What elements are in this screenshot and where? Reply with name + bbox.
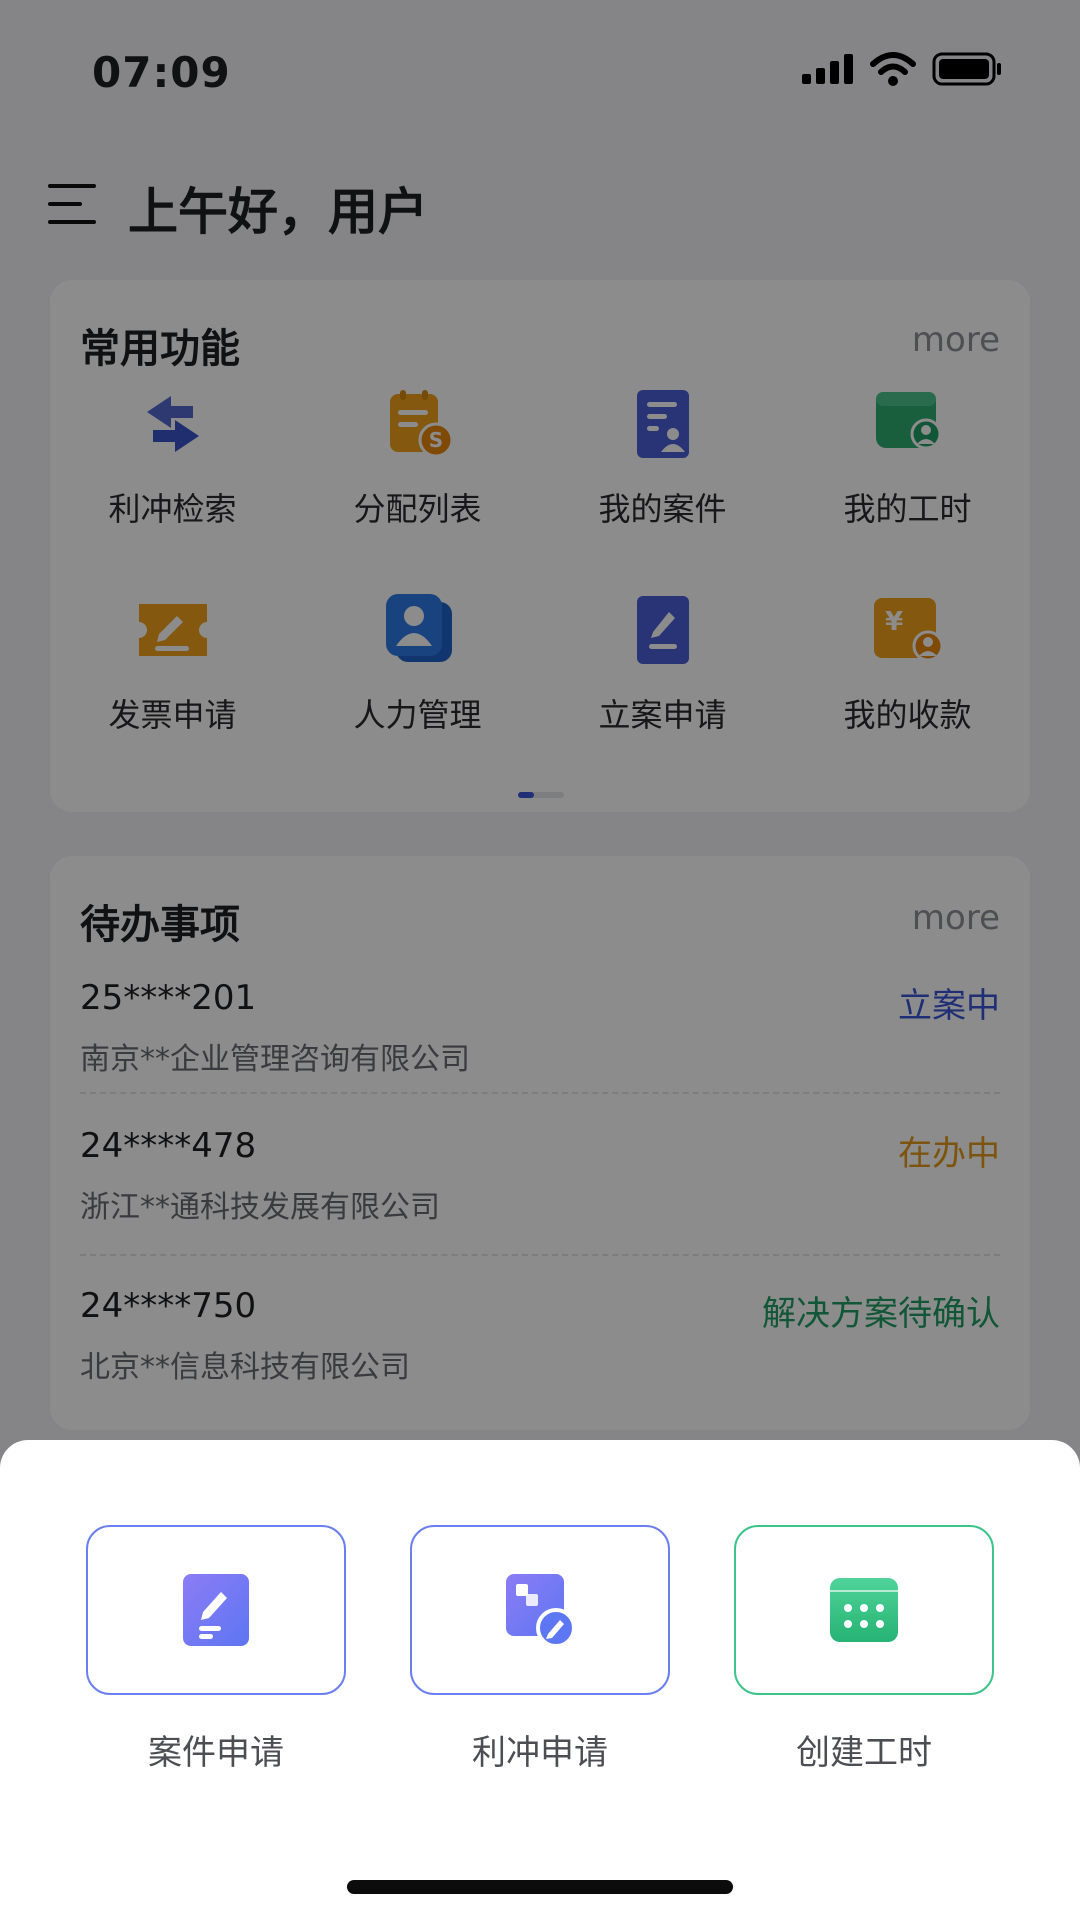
action-create-hours-button[interactable] (734, 1525, 994, 1695)
action-case-apply-button[interactable] (86, 1525, 346, 1695)
bottom-sheet: 案件申请 利冲申请 创建工时 (0, 1440, 1080, 1920)
calendar-icon (830, 1578, 898, 1642)
home-indicator[interactable] (347, 1880, 733, 1894)
edit-document-icon (183, 1574, 249, 1646)
action-conflict-apply[interactable]: 利冲申请 (410, 1525, 670, 1774)
action-case-apply[interactable]: 案件申请 (86, 1525, 346, 1774)
action-conflict-apply-button[interactable] (410, 1525, 670, 1695)
action-label: 案件申请 (148, 1733, 284, 1773)
action-label: 创建工时 (796, 1733, 932, 1773)
conflict-edit-icon (506, 1574, 576, 1648)
action-label: 利冲申请 (472, 1733, 608, 1773)
action-create-hours[interactable]: 创建工时 (734, 1525, 994, 1774)
